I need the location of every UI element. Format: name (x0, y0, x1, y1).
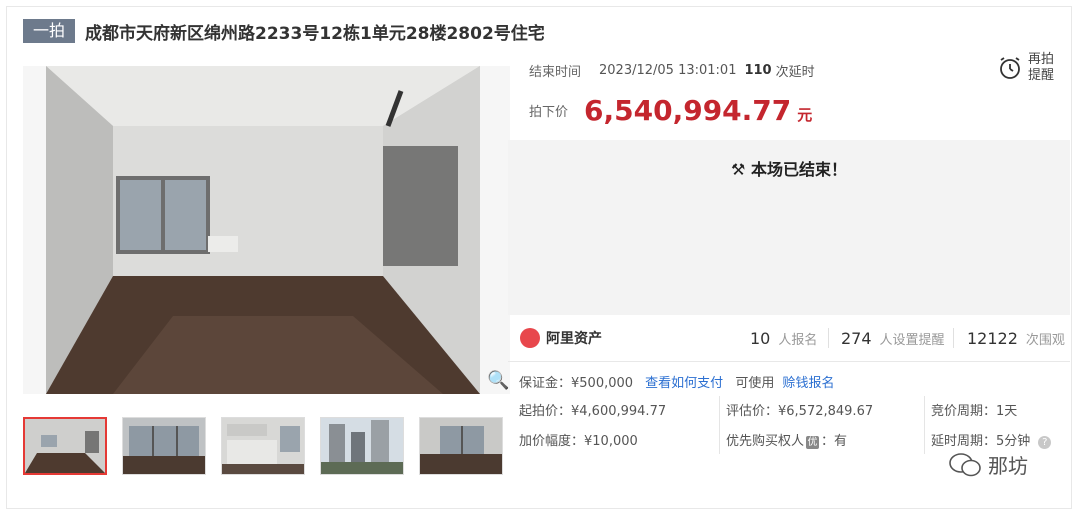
how-to-pay-link[interactable]: 查看如何支付 (645, 376, 723, 391)
priority-buyer-label: 优先购买权人 (726, 434, 805, 449)
wechat-icon (949, 452, 981, 476)
price-row: 拍下价 6,540,994.77 元 (529, 94, 812, 127)
credit-signup-link[interactable]: 赊钱报名 (782, 376, 834, 391)
title-row: 一拍 成都市天府新区绵州路2233号12栋1单元28楼2802号住宅 (23, 18, 545, 44)
bid-increment: 加价幅度：¥10,000 (519, 434, 638, 449)
reminder-count: 274 (841, 328, 872, 348)
thumbnail-4[interactable] (320, 417, 404, 475)
view-count: 12122 (967, 328, 1018, 348)
priority-buyer-value: ：有 (821, 434, 848, 449)
usable-label: 可使用 (735, 376, 775, 391)
reminder-label: 人设置提醒 (879, 332, 945, 348)
watermark: 那坊 (948, 450, 1028, 479)
thumbnail-strip (23, 417, 518, 475)
grid-divider (719, 396, 720, 454)
auction-ended-panel: ⚒ 本场已结束！ (508, 140, 1070, 315)
final-price: 6,540,994.77 (584, 94, 792, 127)
ali-assets-brand: 阿里资产 (520, 328, 602, 348)
stats-divider (953, 328, 954, 348)
page-title: 成都市天府新区绵州路2233号12栋1单元28楼2802号住宅 (85, 23, 545, 44)
ali-assets-logo-icon (520, 328, 540, 348)
main-photo[interactable] (23, 66, 510, 394)
auction-ended-text: 本场已结束！ (750, 160, 847, 179)
priority-buyer: 优先购买权人优：有 (726, 430, 847, 449)
auction-ended-message: ⚒ 本场已结束！ (508, 156, 1070, 180)
view-stat: 12122 次围观 (967, 329, 1065, 348)
remind-label: 再拍提醒 (1028, 52, 1055, 83)
help-icon[interactable]: ? (1038, 436, 1052, 449)
thumbnail-1[interactable] (23, 417, 107, 475)
delay-period-text: 延时周期：5分钟 (931, 434, 1031, 449)
deposit-amount: 保证金：¥500,000 (519, 376, 634, 391)
auction-round-tag: 一拍 (23, 19, 76, 43)
delay-period: 延时周期：5分钟? (931, 430, 1052, 449)
appraisal-price: 评估价：¥6,572,849.67 (726, 404, 874, 419)
end-time-row: 结束时间 2023/12/05 13:01:01 110 次延时 (529, 61, 815, 80)
delay-count-unit: 次延时 (775, 65, 815, 80)
priority-badge-icon: 优 (806, 436, 820, 449)
gavel-icon: ⚒ (731, 160, 746, 179)
signup-stat: 10 人报名 (750, 329, 817, 348)
thumbnail-5[interactable] (419, 417, 503, 475)
brand-name: 阿里资产 (546, 331, 602, 347)
delay-count: 110 (744, 63, 772, 78)
deposit-row: 保证金：¥500,000 查看如何支付 可使用 赊钱报名 (519, 372, 835, 391)
thumbnail-2[interactable] (122, 417, 206, 475)
alarm-clock-icon (1000, 57, 1020, 79)
watermark-text: 那坊 (988, 454, 1028, 478)
stats-divider (828, 328, 829, 348)
stats-bar: 阿里资产 10 人报名 274 人设置提醒 12122 次围观 (508, 320, 1070, 356)
price-unit: 元 (797, 106, 813, 124)
zoom-icon[interactable]: 🔍 (487, 370, 509, 391)
grid-divider (924, 396, 925, 454)
price-label: 拍下价 (529, 105, 569, 120)
thumbnail-3[interactable] (221, 417, 305, 475)
bid-period: 竞价周期：1天 (931, 404, 1018, 419)
reminder-stat: 274 人设置提醒 (841, 329, 945, 348)
divider (508, 361, 1070, 362)
signup-label: 人报名 (778, 332, 818, 348)
view-label: 次围观 (1025, 332, 1065, 348)
end-time-value: 2023/12/05 13:01:01 (599, 63, 737, 78)
remind-button[interactable]: 再拍提醒 (998, 52, 1056, 84)
room-photo (23, 66, 510, 394)
start-price: 起拍价：¥4,600,994.77 (519, 404, 667, 419)
end-time-label: 结束时间 (529, 65, 582, 80)
signup-count: 10 (750, 328, 771, 348)
